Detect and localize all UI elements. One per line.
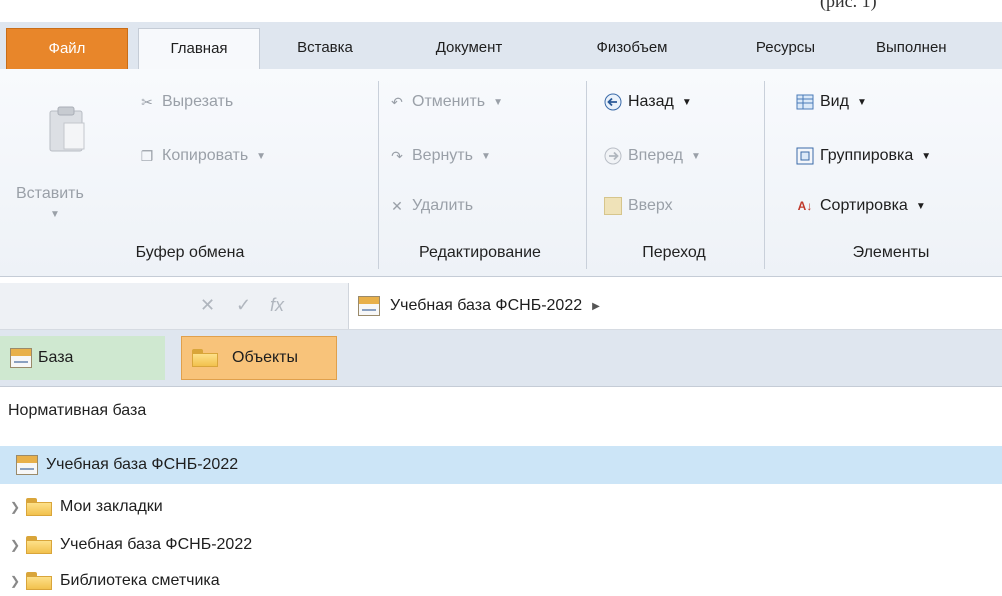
- tree-item[interactable]: Учебная база ФСНБ-2022: [16, 450, 238, 480]
- tree-item-estimator-library[interactable]: ❯ Библиотека сметчика: [4, 566, 220, 596]
- tab-file[interactable]: Файл: [6, 28, 128, 69]
- database-icon: [16, 455, 38, 475]
- tree-item-label: Библиотека сметчика: [60, 572, 220, 589]
- redo-button[interactable]: ↷ Вернуть ▼: [388, 147, 491, 165]
- grouping-icon: [796, 147, 814, 165]
- tab-execution[interactable]: Выполнен: [868, 28, 1002, 69]
- ribbon-tab-bar: Файл Главная Вставка Документ Физобъем Р…: [0, 22, 1002, 70]
- forward-arrow-icon: [604, 147, 622, 165]
- forward-button[interactable]: Вперед ▼: [604, 147, 701, 165]
- grouping-dropdown-caret[interactable]: ▼: [921, 151, 931, 162]
- back-arrow-icon: [604, 93, 622, 111]
- view-tab-base[interactable]: База: [0, 336, 165, 380]
- group-label-elements: Элементы: [852, 244, 930, 261]
- tree-item-bookmarks[interactable]: ❯ Мои закладки: [4, 492, 163, 522]
- paste-label: Вставить: [16, 185, 84, 202]
- view-button[interactable]: Вид ▼: [796, 93, 867, 111]
- redo-icon: ↷: [391, 148, 403, 164]
- name-box[interactable]: ✕ ✓ fx: [0, 283, 349, 329]
- top-text-fragment: (рис. 1): [820, 0, 877, 11]
- view-tabs: База Объекты: [0, 330, 1002, 387]
- breadcrumb-chevron-icon[interactable]: ▶: [592, 301, 600, 312]
- tab-phys-volume[interactable]: Физобъем: [567, 28, 697, 69]
- tab-insert[interactable]: Вставка: [270, 28, 380, 69]
- copy-button[interactable]: ❐ Копировать ▼: [138, 147, 266, 165]
- redo-label: Вернуть: [412, 147, 473, 164]
- group-label-clipboard: Буфер обмена: [135, 244, 245, 261]
- folder-icon: [26, 536, 52, 554]
- tree-item-label: Мои закладки: [60, 498, 163, 515]
- undo-icon: ↶: [391, 94, 403, 110]
- folder-icon: [26, 572, 52, 590]
- back-label: Назад: [628, 93, 674, 110]
- expand-chevron-icon[interactable]: ❯: [4, 500, 26, 514]
- navigation-bar: ✕ ✓ fx Учебная база ФСНБ-2022 ▶: [0, 283, 1002, 330]
- delete-label: Удалить: [412, 197, 474, 214]
- tab-resources[interactable]: Ресурсы: [728, 28, 843, 69]
- group-label-navigation: Переход: [642, 244, 706, 261]
- back-dropdown-caret[interactable]: ▼: [682, 97, 692, 108]
- expand-chevron-icon[interactable]: ❯: [4, 574, 26, 588]
- undo-button[interactable]: ↶ Отменить ▼: [388, 93, 503, 111]
- sorting-button[interactable]: A↓ Сортировка ▼: [796, 197, 926, 215]
- delete-button[interactable]: ✕ Удалить: [388, 197, 473, 215]
- tree-item-label: Учебная база ФСНБ-2022: [46, 456, 239, 473]
- cut-label: Вырезать: [162, 93, 234, 110]
- sort-az-icon: A↓: [797, 199, 813, 213]
- grouping-button[interactable]: Группировка ▼: [796, 147, 931, 165]
- redo-dropdown-caret[interactable]: ▼: [481, 151, 491, 162]
- view-dropdown-caret[interactable]: ▼: [857, 97, 867, 108]
- clipboard-paste-icon: [49, 106, 85, 152]
- tree-title: Нормативная база: [8, 402, 147, 419]
- function-fx-icon[interactable]: fx: [270, 295, 284, 316]
- view-tab-objects[interactable]: Объекты: [181, 336, 337, 380]
- view-label: Вид: [820, 93, 849, 110]
- database-icon: [358, 296, 380, 316]
- back-button[interactable]: Назад ▼: [604, 93, 692, 111]
- delete-x-icon: ✕: [391, 198, 403, 214]
- folder-icon: [192, 349, 218, 367]
- folder-up-icon: [604, 197, 622, 215]
- database-icon: [10, 348, 32, 368]
- view-grid-icon: [796, 94, 814, 110]
- tree-row-selected[interactable]: Учебная база ФСНБ-2022: [0, 446, 1002, 484]
- view-tab-base-label: База: [38, 349, 74, 366]
- undo-dropdown-caret[interactable]: ▼: [493, 97, 503, 108]
- group-separator: [586, 81, 587, 269]
- forward-dropdown-caret[interactable]: ▼: [691, 151, 701, 162]
- tree-item-label: Учебная база ФСНБ-2022: [60, 536, 253, 553]
- view-tab-objects-label: Объекты: [232, 349, 298, 366]
- breadcrumb-item[interactable]: Учебная база ФСНБ-2022: [390, 297, 582, 315]
- copy-icon: ❐: [140, 148, 154, 164]
- scissors-icon: ✂: [141, 94, 153, 110]
- tab-document[interactable]: Документ: [404, 28, 534, 69]
- paste-dropdown-caret[interactable]: ▼: [50, 209, 60, 220]
- tree-item-training-base[interactable]: ❯ Учебная база ФСНБ-2022: [4, 530, 252, 560]
- folder-icon: [26, 498, 52, 516]
- grouping-label: Группировка: [820, 147, 914, 164]
- copy-label: Копировать: [162, 147, 249, 164]
- sorting-label: Сортировка: [820, 197, 908, 214]
- tab-home[interactable]: Главная: [138, 28, 260, 70]
- group-separator: [764, 81, 765, 269]
- cut-button[interactable]: ✂ Вырезать: [138, 93, 233, 111]
- copy-dropdown-caret[interactable]: ▼: [256, 151, 266, 162]
- group-label-editing: Редактирование: [419, 244, 541, 261]
- document-text-strip: (рис. 1): [0, 0, 1002, 22]
- group-separator: [378, 81, 379, 269]
- cancel-x-icon[interactable]: ✕: [200, 295, 215, 316]
- confirm-check-icon[interactable]: ✓: [236, 295, 251, 316]
- forward-label: Вперед: [628, 147, 684, 164]
- sorting-dropdown-caret[interactable]: ▼: [916, 201, 926, 212]
- undo-label: Отменить: [412, 93, 486, 110]
- breadcrumb[interactable]: Учебная база ФСНБ-2022 ▶: [358, 293, 600, 319]
- ribbon: Вставить ▼ ✂ Вырезать ❐ Копировать ▼ Буф…: [0, 69, 1002, 277]
- up-button[interactable]: Вверх: [604, 197, 673, 215]
- up-label: Вверх: [628, 197, 673, 214]
- expand-chevron-icon[interactable]: ❯: [4, 538, 26, 552]
- paste-button[interactable]: Вставить ▼: [16, 81, 116, 231]
